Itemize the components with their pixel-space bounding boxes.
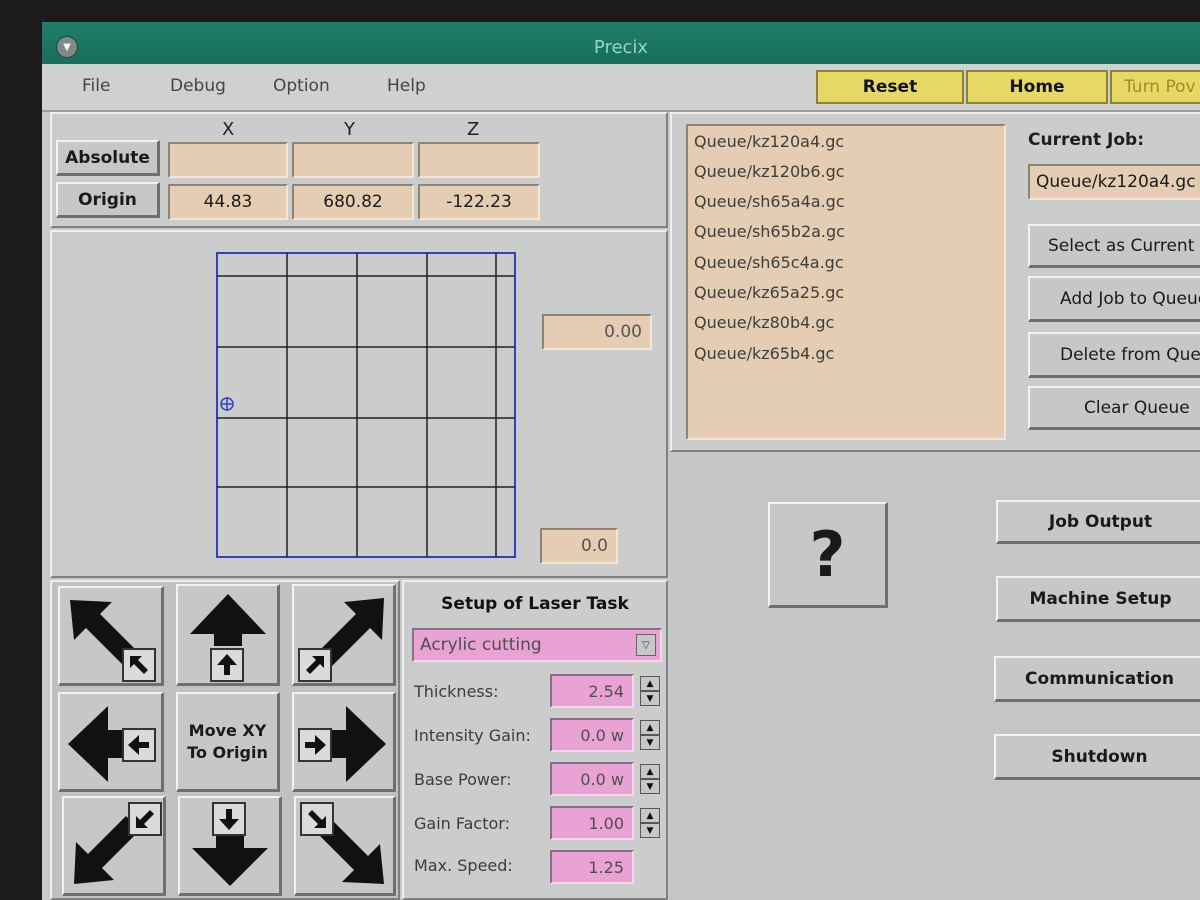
stepper-up-icon[interactable]: ▲ [640,764,660,779]
thickness-input[interactable]: 2.54 [550,674,634,708]
select-as-current-button[interactable]: Select as Current [1028,224,1200,268]
app-window: ▼ Precix File Debug Option Help Reset Ho… [42,22,1200,900]
small-arrow-left-icon [122,728,156,762]
stepper-down-icon[interactable]: ▼ [640,735,660,750]
menu-help[interactable]: Help [387,76,426,96]
jog-southwest-button[interactable] [62,796,166,896]
jog-northwest-button[interactable] [58,586,164,686]
laser-setup-title: Setup of Laser Task [441,594,629,614]
z-axis-header: Z [467,119,480,140]
menu-file[interactable]: File [82,76,110,96]
queue-item[interactable]: Queue/sh65a4a.gc [694,192,845,211]
queue-item[interactable]: Queue/kz120b6.gc [694,162,845,181]
plot-y-value-field: 0.00 [542,314,652,350]
reset-button[interactable]: Reset [816,70,964,104]
small-arrow-down-right-icon [300,802,334,836]
window-title: Precix [593,37,649,58]
gain-factor-input[interactable]: 1.00 [550,806,634,840]
small-arrow-up-right-icon [298,648,332,682]
base-power-label: Base Power: [414,770,512,789]
move-xy-to-origin-button[interactable]: Move XY To Origin [176,692,280,792]
queue-item[interactable]: Queue/kz120a4.gc [694,132,844,151]
origin-y-field: 680.82 [292,184,414,220]
work-area-grid-svg [216,252,516,558]
jog-west-button[interactable] [58,692,164,792]
material-select-value: Acrylic cutting [420,635,542,655]
menu-option[interactable]: Option [273,76,330,96]
stepper-down-icon[interactable]: ▼ [640,779,660,794]
absolute-x-field [168,142,288,178]
intensity-gain-label: Intensity Gain: [414,726,531,745]
thickness-label: Thickness: [414,682,499,701]
jog-east-button[interactable] [292,692,396,792]
material-select[interactable]: Acrylic cutting ▽ [412,628,662,662]
turn-power-button[interactable]: Turn Pov [1110,70,1200,104]
move-xy-label-line1: Move XY [188,720,267,740]
stepper-up-icon[interactable]: ▲ [640,808,660,823]
gain-factor-stepper[interactable]: ▲ ▼ [640,808,660,840]
origin-z-field: -122.23 [418,184,540,220]
communication-button[interactable]: Communication [994,656,1200,702]
gain-factor-label: Gain Factor: [414,814,510,833]
y-axis-header: Y [344,119,355,140]
absolute-button[interactable]: Absolute [56,140,160,176]
laser-setup-panel: Setup of Laser Task Acrylic cutting ▽ Th… [402,580,668,900]
menu-bar: File Debug Option Help Reset Home Turn P… [42,64,1200,112]
help-button[interactable]: ? [768,502,888,608]
job-queue-panel: Queue/kz120a4.gc Queue/kz120b6.gc Queue/… [670,112,1200,452]
origin-x-field: 44.83 [168,184,288,220]
absolute-z-field [418,142,540,178]
small-arrow-right-icon [298,728,332,762]
queue-item[interactable]: Queue/sh65b2a.gc [694,222,845,241]
menu-debug[interactable]: Debug [170,76,226,96]
small-arrow-up-icon [210,648,244,682]
intensity-gain-stepper[interactable]: ▲ ▼ [640,720,660,752]
current-job-label: Current Job: [1028,130,1144,150]
max-speed-label: Max. Speed: [414,856,513,875]
title-bar[interactable]: ▼ Precix [42,22,1200,64]
crosshair-icon [220,397,234,411]
absolute-y-field [292,142,414,178]
move-xy-label-line2: To Origin [187,742,268,762]
small-arrow-down-left-icon [128,802,162,836]
base-power-input[interactable]: 0.0 w [550,762,634,796]
job-output-button[interactable]: Job Output [996,500,1200,544]
machine-setup-button[interactable]: Machine Setup [996,576,1200,622]
jog-northeast-button[interactable] [292,584,396,686]
add-job-to-queue-button[interactable]: Add Job to Queue [1028,276,1200,322]
delete-from-queue-button[interactable]: Delete from Queue [1028,332,1200,378]
queue-item[interactable]: Queue/kz65b4.gc [694,344,834,363]
queue-item[interactable]: Queue/kz80b4.gc [694,313,834,332]
queue-item[interactable]: Queue/sh65c4a.gc [694,253,844,272]
shutdown-button[interactable]: Shutdown [994,734,1200,780]
jog-north-button[interactable] [176,584,280,686]
small-arrow-up-left-icon [122,648,156,682]
jog-south-button[interactable] [178,796,282,896]
base-power-stepper[interactable]: ▲ ▼ [640,764,660,796]
jog-panel: Move XY To Origin [50,580,400,900]
plot-x-value-field: 0.0 [540,528,618,564]
thickness-stepper[interactable]: ▲ ▼ [640,676,660,708]
intensity-gain-input[interactable]: 0.0 w [550,718,634,752]
home-button[interactable]: Home [966,70,1108,104]
stepper-up-icon[interactable]: ▲ [640,720,660,735]
stepper-down-icon[interactable]: ▼ [640,691,660,706]
chevron-down-icon[interactable]: ▽ [636,634,656,656]
x-axis-header: X [222,119,235,140]
coordinates-panel: X Y Z Absolute Origin 44.83 680.82 -122.… [50,112,668,228]
work-area-grid[interactable] [216,252,518,566]
clear-queue-button[interactable]: Clear Queue [1028,386,1200,430]
stepper-down-icon[interactable]: ▼ [640,823,660,838]
queue-list[interactable]: Queue/kz120a4.gc Queue/kz120b6.gc Queue/… [686,124,1006,440]
current-job-field: Queue/kz120a4.gc [1028,164,1200,200]
queue-item[interactable]: Queue/kz65a25.gc [694,283,844,302]
origin-button[interactable]: Origin [56,182,160,218]
stepper-up-icon[interactable]: ▲ [640,676,660,691]
max-speed-input[interactable]: 1.25 [550,850,634,884]
small-arrow-down-icon [212,802,246,836]
position-plot-panel: 0.00 0.0 [50,230,668,578]
jog-southeast-button[interactable] [294,796,396,896]
control-area: ? Job Output Machine Setup Communication… [670,454,1200,900]
